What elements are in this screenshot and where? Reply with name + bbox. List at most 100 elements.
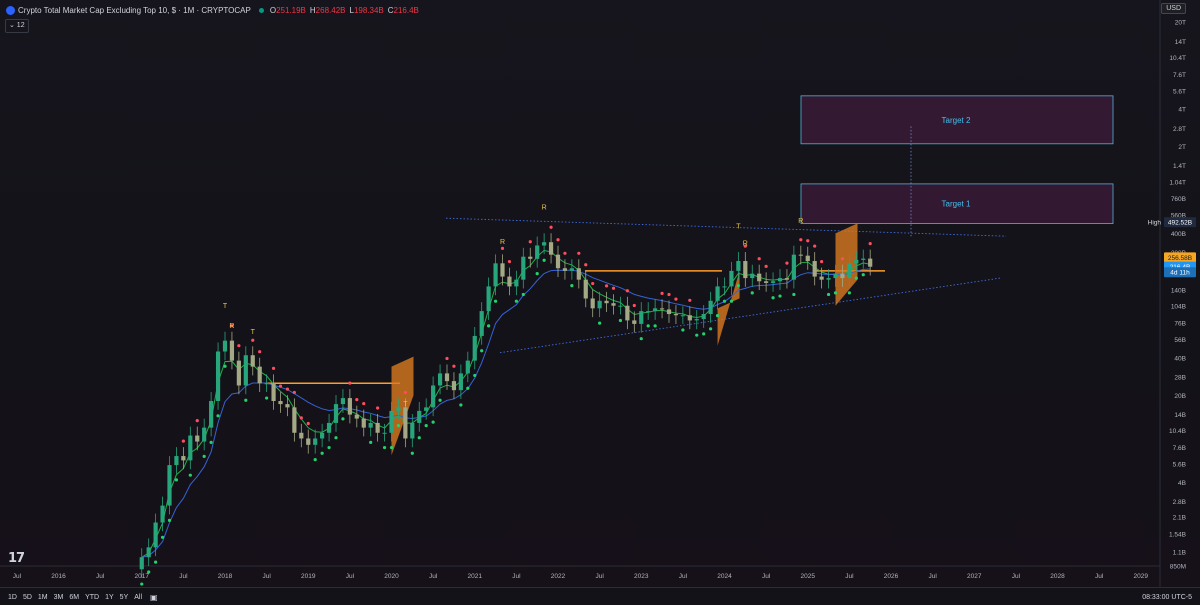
- candle-body: [340, 398, 346, 405]
- candle-body: [653, 308, 658, 312]
- candle-body: [687, 315, 692, 321]
- signal-dot: [389, 445, 394, 450]
- candle-body: [320, 432, 325, 439]
- ohlc-open: O251.19B: [269, 5, 306, 15]
- orange-zone: [717, 270, 740, 346]
- indicator-collapse-button[interactable]: ⌄ 12: [5, 19, 29, 33]
- signal-dot: [452, 364, 456, 368]
- x-tick-label: Jul: [762, 573, 771, 580]
- y-tick-label: 850M: [1170, 564, 1186, 571]
- symbol-title[interactable]: Crypto Total Market Cap Excluding Top 10…: [18, 6, 251, 15]
- calendar-icon[interactable]: ▣: [150, 593, 158, 602]
- x-tick-label: 2018: [218, 573, 233, 580]
- candle-body: [333, 404, 339, 423]
- x-tick-label: 2023: [634, 573, 649, 580]
- y-tick-label: 7.6B: [1173, 445, 1186, 452]
- signal-dot: [695, 333, 699, 337]
- candle-body: [139, 557, 144, 570]
- signal-dot: [709, 327, 713, 331]
- signal-dot: [445, 356, 449, 361]
- lower-trendline: [499, 277, 1001, 354]
- signal-dot: [639, 337, 643, 341]
- candle-body: [854, 259, 859, 264]
- signal-dot: [868, 242, 872, 246]
- range-3m-button[interactable]: 3M: [54, 594, 64, 601]
- signal-dot: [216, 414, 220, 418]
- price-label-value: 256.58B: [1168, 255, 1192, 262]
- candle-body: [236, 360, 241, 386]
- range-all-button[interactable]: All: [134, 594, 142, 601]
- signal-dot: [473, 373, 477, 378]
- tradingview-logo: 17: [8, 551, 25, 566]
- range-1d-button[interactable]: 1D: [8, 594, 17, 601]
- y-tick-label: 10.4B: [1169, 428, 1186, 435]
- orange-zone: [835, 223, 858, 306]
- candle-body: [188, 435, 193, 461]
- x-tick-label: Jul: [928, 573, 937, 580]
- signal-dot: [702, 332, 706, 336]
- x-tick-label: Jul: [1012, 573, 1021, 580]
- candle-body: [146, 547, 151, 558]
- header-bar: Crypto Total Market Cap Excluding Top 10…: [0, 0, 1160, 20]
- candle-body: [583, 279, 588, 299]
- bottom-toolbar: 1D 5D 1M 3M 6M YTD 1Y 5Y All ▣ 08:33:00 …: [0, 587, 1200, 605]
- slow-ma-line: [141, 268, 871, 558]
- signal-dot: [715, 313, 720, 318]
- range-1y-button[interactable]: 1Y: [105, 594, 114, 601]
- candle-body: [590, 298, 595, 309]
- candle-body: [521, 256, 526, 280]
- candle-body: [465, 360, 470, 374]
- signal-dot: [660, 291, 664, 295]
- signal-dot: [681, 328, 685, 332]
- signal-dot: [167, 518, 172, 522]
- signal-dot: [653, 324, 657, 328]
- signal-dot: [584, 263, 588, 267]
- candle-body: [701, 314, 706, 320]
- candle-body: [625, 305, 630, 321]
- candle-body: [639, 311, 644, 324]
- clock-readout[interactable]: 08:33:00 UTC-5: [1142, 594, 1192, 601]
- candle-body: [535, 245, 540, 259]
- marker-t: T: [251, 329, 256, 336]
- fast-ma-line: [141, 249, 871, 558]
- signal-dot: [348, 381, 352, 385]
- x-tick-label: 2020: [384, 573, 399, 580]
- range-5y-button[interactable]: 5Y: [120, 594, 129, 601]
- y-tick-label: 20B: [1174, 393, 1186, 400]
- signal-dot: [265, 396, 269, 400]
- candle-body: [410, 422, 415, 439]
- signal-dot: [244, 398, 248, 402]
- range-6m-button[interactable]: 6M: [69, 594, 79, 601]
- signal-dot: [618, 318, 623, 323]
- signal-dot: [604, 284, 609, 288]
- candle-body: [451, 381, 457, 391]
- signal-dot: [521, 292, 525, 297]
- x-tick-label: 2026: [884, 573, 899, 580]
- signal-dot: [195, 419, 199, 423]
- y-tick-label: 400B: [1171, 231, 1186, 238]
- range-1m-button[interactable]: 1M: [38, 594, 48, 601]
- signal-dot: [202, 454, 206, 458]
- signal-dot: [632, 303, 636, 308]
- price-label-value: 4d 11h: [1170, 270, 1190, 277]
- range-ytd-button[interactable]: YTD: [85, 594, 99, 601]
- candle-body: [431, 385, 436, 408]
- y-tick-label: 76B: [1174, 321, 1186, 328]
- chart-canvas[interactable]: 20T 14T 10.4T 7.6T 5.6T 4T 2.8T 2T 1.4T 1.04T 760B…: [0, 0, 1200, 587]
- candle-body: [868, 258, 873, 267]
- signal-dot: [237, 344, 241, 348]
- candle-body: [229, 340, 235, 361]
- candle-body: [257, 366, 262, 384]
- marker-r: R: [743, 240, 748, 247]
- signal-dot: [528, 240, 532, 244]
- candle-body: [389, 410, 394, 433]
- signal-dot: [667, 292, 671, 297]
- signal-dot: [591, 281, 595, 286]
- candle-body: [493, 263, 498, 287]
- currency-button[interactable]: USD: [1161, 3, 1186, 14]
- range-5d-button[interactable]: 5D: [23, 594, 32, 601]
- signal-dot: [299, 416, 303, 420]
- y-tick-label: 1.04T: [1169, 179, 1186, 186]
- candle-body: [472, 335, 477, 361]
- signal-dot: [577, 251, 581, 255]
